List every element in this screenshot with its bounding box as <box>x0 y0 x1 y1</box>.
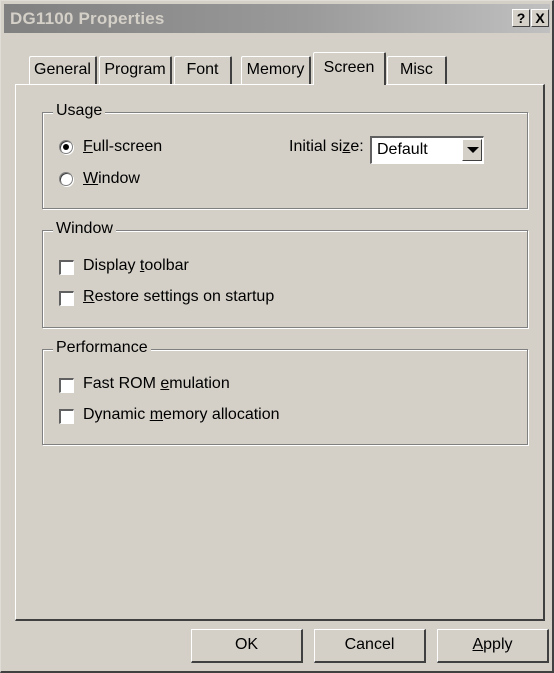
window-group: Window <box>42 220 528 328</box>
apply-button[interactable]: Apply <box>437 629 549 663</box>
initial-size-dropdown[interactable]: Default <box>370 136 484 164</box>
fullscreen-label[interactable]: Full-screen <box>83 138 162 156</box>
dynamic-memory-label[interactable]: Dynamic memory allocation <box>83 406 280 424</box>
display-toolbar-checkbox[interactable] <box>59 260 74 275</box>
dropdown-arrow-icon[interactable] <box>462 139 482 161</box>
tab-screen[interactable]: Screen <box>313 52 386 85</box>
ok-button[interactable]: OK <box>191 629 303 663</box>
fullscreen-radio[interactable] <box>59 140 73 154</box>
window-title: DG1100 Properties <box>10 9 165 28</box>
fast-rom-emulation-label[interactable]: Fast ROM emulation <box>83 375 230 393</box>
performance-legend: Performance <box>53 339 151 357</box>
close-button[interactable]: X <box>531 9 549 27</box>
tab-memory[interactable]: Memory <box>241 56 311 84</box>
performance-group: Performance <box>42 339 528 445</box>
window-legend: Window <box>53 220 116 238</box>
cancel-button[interactable]: Cancel <box>314 629 426 663</box>
dynamic-memory-checkbox[interactable] <box>59 409 74 424</box>
display-toolbar-label[interactable]: Display toolbar <box>83 257 189 275</box>
title-bar[interactable]: DG1100 Properties ? X <box>4 4 550 33</box>
tab-misc[interactable]: Misc <box>387 56 447 84</box>
tab-font[interactable]: Font <box>174 56 232 84</box>
initial-size-label: Initial size: <box>289 138 364 155</box>
restore-settings-checkbox[interactable] <box>59 291 74 306</box>
initial-size-value: Default <box>377 141 428 158</box>
window-label[interactable]: Window <box>83 170 140 188</box>
usage-legend: Usage <box>53 102 106 120</box>
fast-rom-emulation-checkbox[interactable] <box>59 378 74 393</box>
help-button[interactable]: ? <box>512 9 530 27</box>
radio-selected-dot <box>63 144 69 150</box>
properties-dialog: DG1100 Properties ? X General Program Fo… <box>0 0 554 673</box>
restore-settings-label[interactable]: Restore settings on startup <box>83 288 274 306</box>
tab-program[interactable]: Program <box>99 56 172 84</box>
window-radio[interactable] <box>59 172 73 186</box>
tab-general[interactable]: General <box>29 56 97 84</box>
